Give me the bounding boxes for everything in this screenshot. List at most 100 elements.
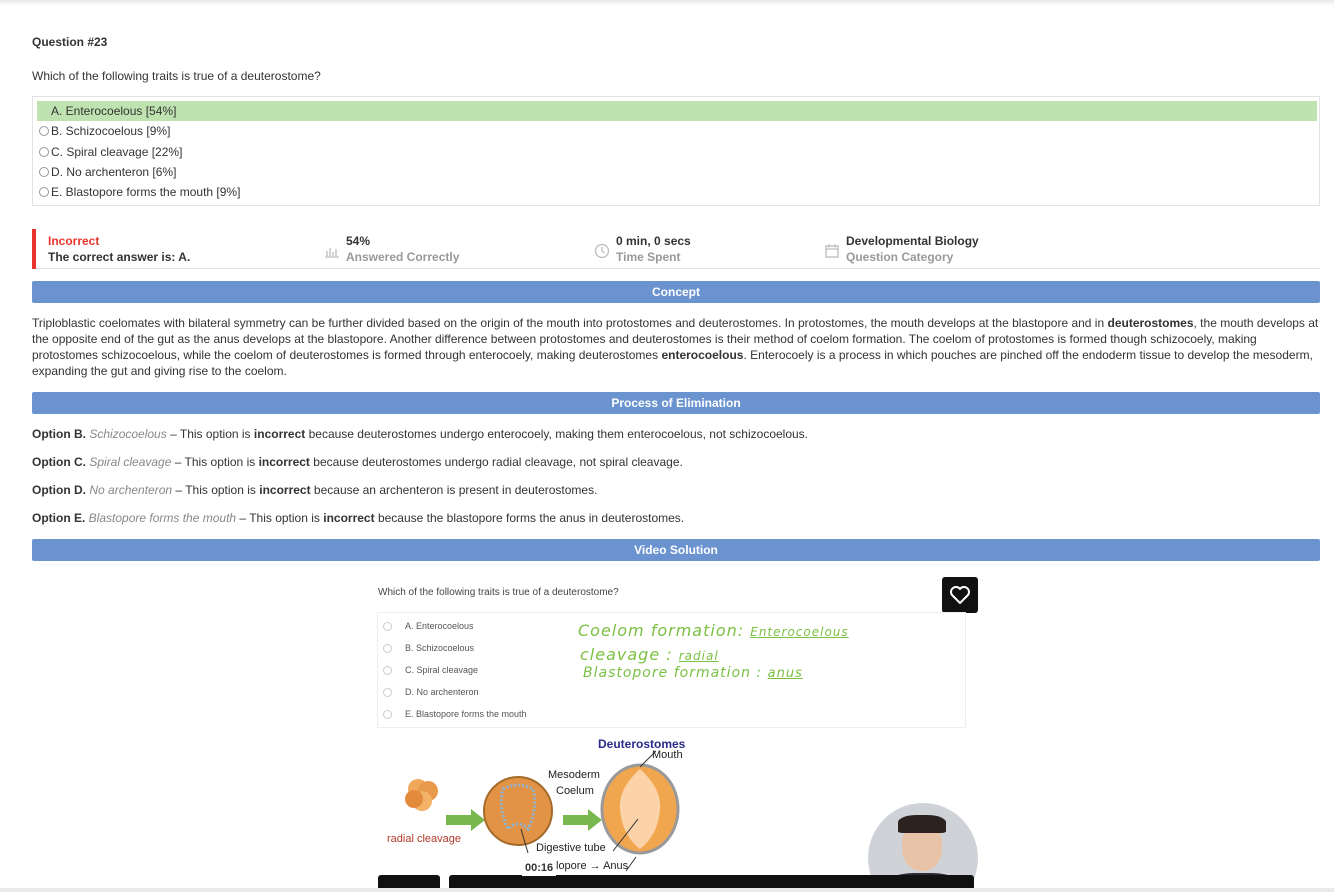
video-question: Which of the following traits is true of… bbox=[378, 587, 619, 598]
bottom-scroll-edge bbox=[0, 888, 1334, 892]
elim-option: Option E. bbox=[32, 511, 86, 525]
video-option: D. No archenteron bbox=[383, 687, 479, 697]
hw-answer: Enterocoelous bbox=[750, 625, 849, 639]
digestive-tube-label: Digestive tube bbox=[536, 842, 606, 854]
blastopore-text: lopore bbox=[556, 860, 587, 872]
answer-choices: A. Enterocoelous [54%] B. Schizocoelous … bbox=[32, 96, 1320, 206]
video-option-label: A. Enterocoelous bbox=[405, 621, 474, 631]
elimination-item: Option E. Blastopore forms the mouth – T… bbox=[32, 511, 684, 525]
handwriting-line-2: cleavage : radial bbox=[580, 645, 719, 664]
elimination-item: Option D. No archenteron – This option i… bbox=[32, 483, 597, 497]
video-option-label: B. Schizocoelous bbox=[405, 643, 475, 653]
concept-text: Triploblastic coelomates with bilateral … bbox=[32, 315, 1322, 379]
radio-icon[interactable] bbox=[39, 167, 49, 177]
hair bbox=[898, 815, 946, 833]
radio-icon bbox=[383, 688, 392, 697]
category-label: Question Category bbox=[846, 250, 954, 264]
category-value: Developmental Biology bbox=[846, 234, 979, 248]
elimination-header: Process of Elimination bbox=[32, 392, 1320, 414]
video-timestamp: 00:16 bbox=[522, 860, 557, 876]
hw-text: cleavage : bbox=[580, 645, 679, 664]
video-option-label: E. Blastopore forms the mouth bbox=[405, 709, 527, 719]
elim-bold: incorrect bbox=[323, 511, 375, 525]
elim-name: Spiral cleavage bbox=[89, 455, 172, 469]
elim-name: No archenteron bbox=[89, 483, 173, 497]
elim-bold: incorrect bbox=[258, 455, 310, 469]
concept-bold-1: deuterostomes bbox=[1107, 316, 1194, 330]
status-label: Incorrect bbox=[48, 234, 100, 248]
video-option-label: C. Spiral cleavage bbox=[405, 665, 479, 675]
radio-icon[interactable] bbox=[39, 126, 49, 136]
elim-bold: incorrect bbox=[253, 427, 306, 441]
bar-chart-icon bbox=[325, 248, 339, 258]
video-option: A. Enterocoelous bbox=[383, 621, 474, 631]
hw-answer: radial bbox=[678, 649, 719, 663]
choice-e[interactable]: E. Blastopore forms the mouth [9%] bbox=[37, 182, 1317, 202]
hw-text: Coelom formation: bbox=[578, 621, 751, 640]
elim-name: Blastopore forms the mouth bbox=[88, 511, 237, 525]
elim-option: Option D. bbox=[32, 483, 86, 497]
elim-post: because an archenteron is present in deu… bbox=[310, 483, 598, 497]
hw-answer: anus bbox=[767, 666, 803, 681]
heart-icon bbox=[950, 586, 970, 604]
time-label: Time Spent bbox=[616, 250, 681, 264]
anus-label: Anus bbox=[603, 860, 629, 872]
radio-icon bbox=[383, 666, 392, 675]
elim-pre: – This option is bbox=[166, 427, 254, 441]
choice-b[interactable]: B. Schizocoelous [9%] bbox=[37, 121, 1317, 141]
choice-d[interactable]: D. No archenteron [6%] bbox=[37, 162, 1317, 182]
elim-bold: incorrect bbox=[259, 483, 311, 497]
question-number: Question #23 bbox=[32, 35, 108, 49]
concept-header: Concept bbox=[32, 281, 1320, 303]
gastrula bbox=[483, 776, 553, 846]
question-text: Which of the following traits is true of… bbox=[32, 69, 321, 83]
elimination-item: Option B. Schizocoelous – This option is… bbox=[32, 427, 808, 441]
percent-stat: 54% Answered Correctly bbox=[325, 233, 460, 265]
video-player[interactable]: Which of the following traits is true of… bbox=[368, 569, 986, 892]
choice-b-label: B. Schizocoelous [9%] bbox=[51, 124, 171, 138]
concept-part-1: Triploblastic coelomates with bilateral … bbox=[32, 316, 1108, 330]
radial-cleavage-label: radial cleavage bbox=[387, 833, 461, 845]
choice-e-label: E. Blastopore forms the mouth [9%] bbox=[51, 185, 241, 199]
arrow bbox=[446, 809, 485, 831]
handwriting-line-3: Blastopore formation : anus bbox=[583, 665, 803, 681]
radio-icon[interactable] bbox=[39, 147, 49, 157]
video-option-label: D. No archenteron bbox=[405, 687, 479, 697]
cell-cluster bbox=[405, 779, 438, 811]
elim-pre: – This option is bbox=[236, 511, 324, 525]
incorrect-indicator bbox=[32, 229, 36, 269]
coelum-label: Coelum bbox=[556, 785, 594, 797]
elim-option: Option C. bbox=[32, 455, 86, 469]
blastopore-label: lopore → Anus bbox=[556, 860, 629, 872]
choice-c-label: C. Spiral cleavage [22%] bbox=[51, 145, 183, 159]
arrow bbox=[563, 809, 602, 831]
mouth-label: Mouth bbox=[652, 749, 683, 761]
mesoderm-label: Mesoderm bbox=[548, 769, 600, 781]
result-status: Incorrect The correct answer is: A. bbox=[48, 233, 190, 265]
calendar-icon bbox=[825, 244, 839, 258]
choice-d-label: D. No archenteron [6%] bbox=[51, 165, 177, 179]
video-option: B. Schizocoelous bbox=[383, 643, 475, 653]
radio-icon bbox=[383, 622, 392, 631]
video-header: Video Solution bbox=[32, 539, 1320, 561]
choice-a[interactable]: A. Enterocoelous [54%] bbox=[37, 101, 1317, 121]
category-stat: Developmental Biology Question Category bbox=[825, 233, 979, 265]
concept-bold-2: enterocoelous bbox=[661, 348, 744, 362]
elimination-item: Option C. Spiral cleavage – This option … bbox=[32, 455, 683, 469]
time-value: 0 min, 0 secs bbox=[616, 234, 691, 248]
radio-icon[interactable] bbox=[39, 187, 49, 197]
video-option: C. Spiral cleavage bbox=[383, 665, 479, 675]
elim-name: Schizocoelous bbox=[89, 427, 167, 441]
result-stats: Incorrect The correct answer is: A. 54% … bbox=[32, 229, 1320, 269]
top-bar bbox=[0, 0, 1334, 6]
favorite-button[interactable] bbox=[942, 577, 978, 613]
percent-label: Answered Correctly bbox=[346, 250, 460, 264]
time-stat: 0 min, 0 secs Time Spent bbox=[594, 233, 691, 265]
radio-icon bbox=[383, 710, 392, 719]
elim-post: because deuterostomes undergo enterocoel… bbox=[305, 427, 809, 441]
hw-text: Blastopore formation : bbox=[583, 665, 768, 681]
handwriting-line-1: Coelom formation: Enterocoelous bbox=[578, 621, 849, 640]
percent-value: 54% bbox=[346, 234, 371, 248]
choice-c[interactable]: C. Spiral cleavage [22%] bbox=[37, 142, 1317, 162]
elim-option: Option B. bbox=[32, 427, 86, 441]
